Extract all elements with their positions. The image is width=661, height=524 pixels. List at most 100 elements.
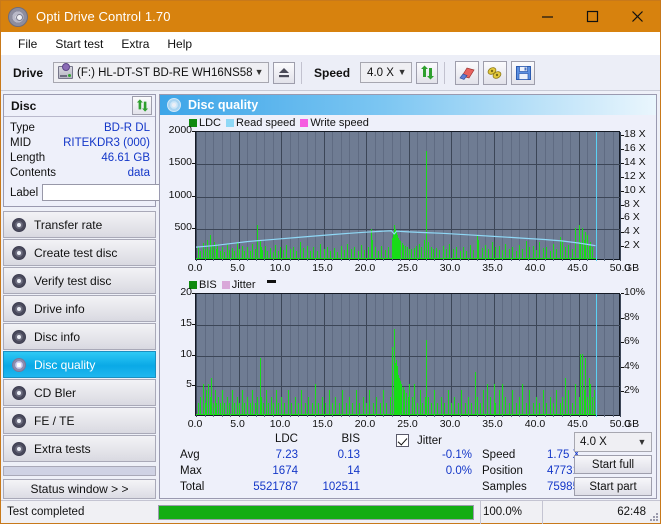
- sidebar-item-extra-tests[interactable]: Extra tests: [3, 435, 156, 462]
- bis-jitter-chart[interactable]: 5 10 15 20 2% 4% 6% 8% 10% 0.0 5.0 10.0 15.0 20.0 25.0…: [162, 286, 654, 431]
- window-title: Opti Drive Control 1.70: [36, 9, 171, 24]
- drive-icon: [58, 63, 74, 79]
- line-series: [196, 230, 596, 248]
- sidebar-spacer: [3, 466, 156, 477]
- data-bar: [414, 384, 416, 415]
- sidebar-item-drive-info[interactable]: Drive info: [3, 295, 156, 322]
- disc-icon: [12, 413, 26, 428]
- data-bar: [389, 396, 391, 415]
- drive-select[interactable]: (F:) HL-DT-ST BD-RE WH16NS58 TST4 ▼: [53, 62, 270, 83]
- data-bar: [275, 390, 277, 415]
- x-axis-tick-label: 10.0: [269, 262, 291, 274]
- disc-icon: [12, 245, 26, 260]
- data-bar: [522, 384, 524, 415]
- progress-percent: 100.0%: [480, 500, 542, 524]
- y-axis-tick-mark: [192, 131, 195, 132]
- sidebar-item-label: CD Bler: [34, 385, 77, 400]
- menu-extra[interactable]: Extra: [112, 34, 158, 54]
- y-axis-tick-mark: [192, 323, 195, 325]
- bitsetting-button[interactable]: [483, 60, 508, 85]
- y-axis-tick-mark: [192, 227, 195, 229]
- start-part-button[interactable]: Start part: [574, 477, 652, 496]
- y-axis-tick-label: 15: [180, 316, 192, 329]
- data-bar: [549, 396, 551, 415]
- data-bar: [383, 390, 384, 415]
- data-bar: [355, 390, 357, 415]
- test-speed-select[interactable]: 4.0 X ▼: [574, 432, 652, 452]
- data-bar: [512, 390, 514, 415]
- sidebar-item-transfer-rate[interactable]: Transfer rate: [3, 211, 156, 238]
- data-bar: [342, 390, 344, 415]
- sidebar-item-label: Drive info: [34, 301, 85, 316]
- jitter-checkbox[interactable]: [396, 434, 409, 447]
- y2-axis-tick-label: 2 X: [624, 239, 640, 252]
- resize-grip[interactable]: [648, 511, 658, 521]
- ldc-read-speed-chart[interactable]: 500 1000 1500 2000 2 X4 X6 X8 X 10 X 12 X 14 X1…: [162, 124, 654, 275]
- speed-select-value: 4.0 X: [367, 66, 394, 79]
- drive-select-value: (F:) HL-DT-ST BD-RE WH16NS58 TST4: [77, 66, 253, 79]
- y2-axis-tick-label: 14 X: [624, 155, 646, 168]
- stats-max-jitter: 0.0%: [445, 465, 472, 477]
- x-axis-tick-label: 15.0: [312, 262, 333, 274]
- position-label: Position: [482, 465, 523, 477]
- ldc-chart-legend: LDC Read speed Write speed: [162, 116, 654, 129]
- status-bar: Test completed 100.0% 62:48: [1, 500, 660, 524]
- maximize-icon[interactable]: [570, 1, 615, 32]
- stats-row-avg-label: Avg: [180, 449, 200, 461]
- status-message: Test completed: [7, 506, 85, 518]
- data-bar: [486, 384, 488, 415]
- sidebar-item-create-test-disc[interactable]: Create test disc: [3, 239, 156, 266]
- y2-axis-tick-mark: [621, 149, 624, 151]
- disc-row-type: Type BD-R DL: [10, 120, 150, 135]
- cursor-line: [595, 132, 597, 261]
- legend-swatch-write-speed: [300, 118, 309, 127]
- y2-axis-tick-label: 2%: [624, 384, 640, 397]
- sidebar-item-disc-quality[interactable]: Disc quality: [3, 351, 156, 378]
- bis-chart-legend: BIS Jitter: [162, 278, 654, 291]
- menu-start-test[interactable]: Start test: [46, 34, 112, 54]
- x-axis-unit-label: GB: [624, 418, 640, 430]
- close-icon[interactable]: [615, 1, 660, 32]
- x-axis-tick-label: 20.0: [354, 262, 376, 274]
- menu-file[interactable]: File: [9, 34, 46, 54]
- disc-row-length-value: 46.61 GB: [101, 151, 150, 164]
- eject-button[interactable]: [273, 61, 296, 84]
- status-window-button[interactable]: Status window > >: [3, 479, 156, 499]
- sidebar-item-fe-te[interactable]: FE / TE: [3, 407, 156, 434]
- data-bar: [561, 396, 563, 415]
- app-disc-icon: [8, 6, 28, 27]
- data-bar: [428, 396, 430, 415]
- save-button[interactable]: [511, 60, 536, 85]
- data-bar-baseline: [196, 414, 596, 415]
- y2-axis-tick-mark: [621, 293, 624, 294]
- x-axis-tick-label: 15.0: [312, 418, 333, 430]
- refresh-button[interactable]: [416, 61, 439, 84]
- y-axis-tick-label: 20: [180, 286, 192, 298]
- minimize-icon[interactable]: [525, 1, 570, 32]
- data-bar: [200, 396, 202, 415]
- disc-refresh-button[interactable]: [132, 96, 152, 115]
- stats-row-total-label: Total: [180, 481, 205, 493]
- drive-label: Drive: [13, 65, 44, 80]
- sidebar-item-disc-info[interactable]: Disc info: [3, 323, 156, 350]
- refresh-icon: [420, 65, 434, 80]
- sidebar-item-verify-test-disc[interactable]: Verify test disc: [3, 267, 156, 294]
- erase-button[interactable]: [455, 60, 480, 85]
- menu-help[interactable]: Help: [158, 34, 201, 54]
- data-bar: [564, 378, 566, 415]
- menu-bar: File Start test Extra Help: [1, 32, 660, 55]
- content-header: Disc quality: [160, 95, 656, 115]
- data-bar: [440, 396, 442, 415]
- nav-list: Transfer rate Create test disc Verify te…: [3, 211, 156, 462]
- start-full-button[interactable]: Start full: [574, 455, 652, 474]
- stats-max-ldc: 1674: [272, 465, 298, 477]
- legend-label-ldc: LDC: [199, 116, 222, 129]
- legend-label-read-speed: Read speed: [236, 116, 296, 129]
- data-bar: [315, 384, 316, 415]
- progress-bar-fill: [159, 505, 473, 519]
- sidebar-item-cd-bler[interactable]: CD Bler: [3, 379, 156, 406]
- data-bar: [461, 390, 463, 415]
- y2-axis-tick-mark: [621, 218, 624, 220]
- speed-select[interactable]: 4.0 X ▼: [360, 62, 413, 83]
- x-axis-tick-label: 0.0: [187, 262, 203, 274]
